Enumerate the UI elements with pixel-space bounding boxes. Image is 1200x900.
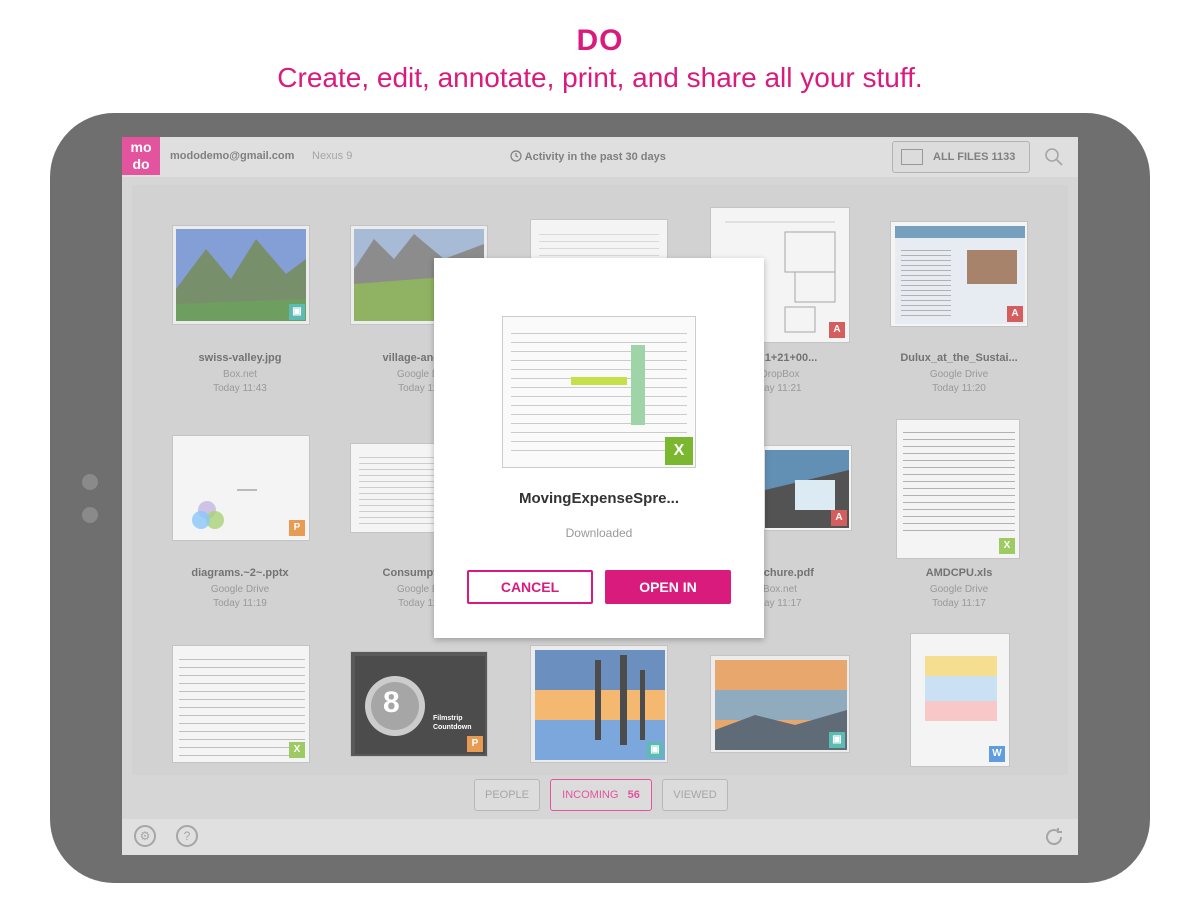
open-in-button[interactable]: OPEN IN bbox=[605, 570, 731, 604]
promo-heading: DO bbox=[576, 24, 624, 57]
excel-badge-icon: X bbox=[665, 437, 693, 465]
dialog-file-name: MovingExpenseSpre... bbox=[518, 490, 680, 507]
dialog-file-thumbnail: X bbox=[502, 316, 696, 468]
open-file-dialog: X MovingExpenseSpre... Downloaded CANCEL… bbox=[434, 258, 764, 638]
promo-tagline: Create, edit, annotate, print, and share… bbox=[277, 62, 923, 93]
tablet-camera-dot bbox=[82, 474, 98, 490]
cancel-button[interactable]: CANCEL bbox=[467, 570, 593, 604]
dialog-status: Downloaded bbox=[565, 526, 633, 540]
tablet-camera-dot bbox=[82, 507, 98, 523]
thumbnail-spreadsheet bbox=[511, 325, 687, 453]
